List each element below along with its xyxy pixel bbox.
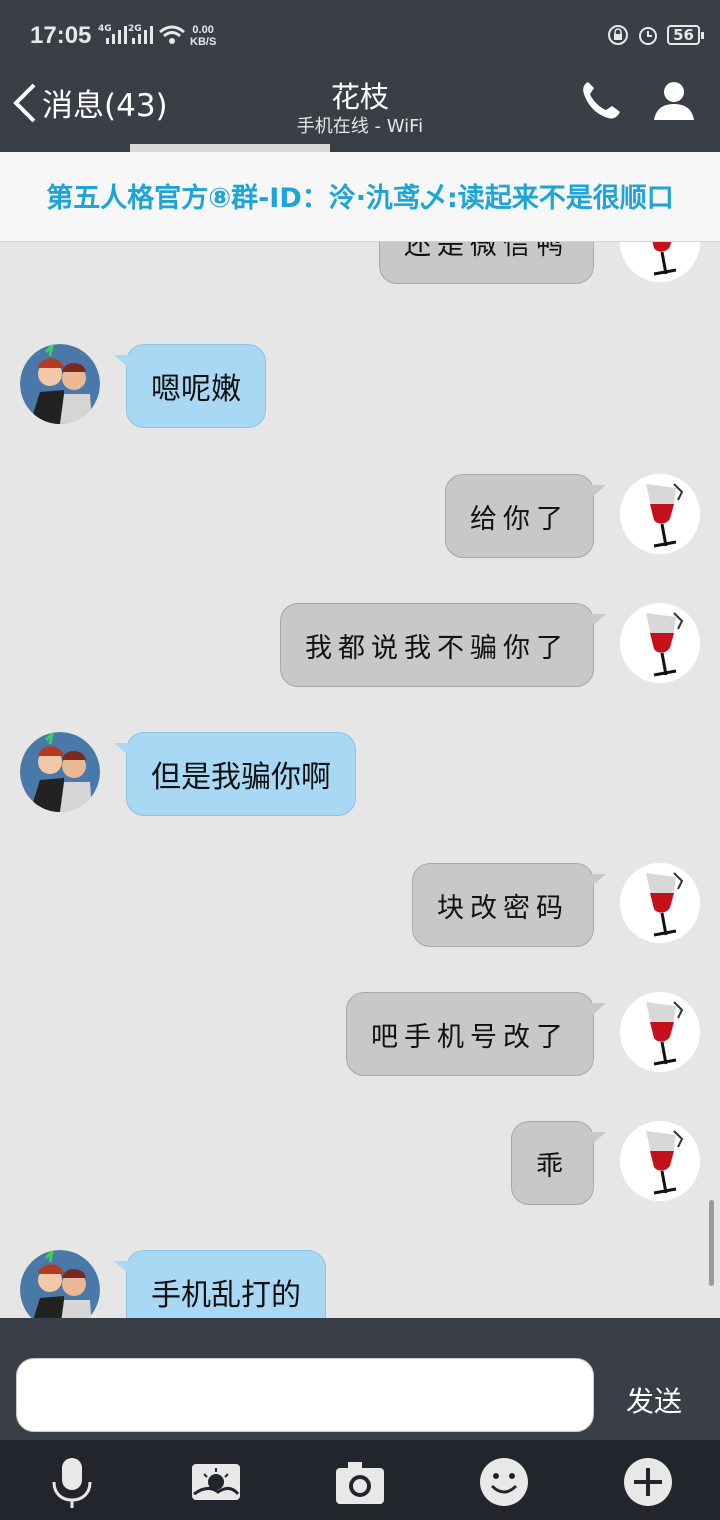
my-avatar[interactable] — [620, 992, 700, 1072]
group-notice-banner[interactable]: 第五人格官方⑧群-ID：泠·氿鸢乄:读起来不是很顺口 — [0, 152, 720, 242]
message-row: 块改密码 — [0, 863, 720, 953]
wine-glass-avatar-icon — [620, 1121, 700, 1201]
message-bubble-incoming[interactable]: 但是我骗你啊 — [114, 732, 356, 816]
contact-avatar[interactable] — [20, 344, 100, 424]
status-right: 56 — [607, 24, 704, 46]
signal-icon-2 — [132, 26, 153, 44]
contact-avatar[interactable] — [20, 1250, 100, 1318]
message-bubble-outgoing[interactable]: 乖 — [511, 1121, 606, 1205]
message-bubble-outgoing[interactable]: 吧手机号改了 — [346, 992, 606, 1076]
alarm-icon — [639, 27, 658, 45]
composer-bar: 发送 — [0, 1318, 720, 1440]
input-toolbar — [0, 1440, 720, 1520]
message-bubble-outgoing[interactable]: 我都说我不骗你了 — [280, 603, 606, 687]
wine-glass-avatar-icon — [620, 242, 700, 282]
message-row: 嗯呢嫩 — [0, 342, 720, 432]
message-row: 给你了 — [0, 474, 720, 564]
message-bubble-incoming[interactable]: 手机乱打的 — [114, 1250, 326, 1318]
wine-glass-avatar-icon — [620, 992, 700, 1072]
image-icon[interactable] — [188, 1454, 244, 1510]
speed-value: 0.00 — [192, 24, 214, 36]
message-bubble-outgoing[interactable]: 块改密码 — [412, 863, 606, 947]
message-row: 但是我骗你啊 — [0, 732, 720, 822]
signal-icon — [106, 26, 127, 44]
message-bubble-outgoing[interactable]: 还是微信鸭 — [379, 242, 594, 284]
anime-character-avatar-icon — [20, 1250, 100, 1318]
camera-icon[interactable] — [332, 1454, 388, 1510]
message-row: 吧手机号改了 — [0, 992, 720, 1082]
anime-character-avatar-icon — [20, 344, 100, 424]
my-avatar[interactable] — [620, 863, 700, 943]
phone-icon[interactable] — [578, 78, 622, 122]
microphone-icon[interactable] — [44, 1454, 100, 1510]
plus-icon[interactable] — [620, 1454, 676, 1510]
wine-glass-avatar-icon — [620, 603, 700, 683]
message-bubble-outgoing[interactable]: 给你了 — [445, 474, 606, 558]
message-bubble-incoming[interactable]: 嗯呢嫩 — [114, 344, 266, 428]
notice-text: 第五人格官方⑧群-ID：泠·氿鸢乄:读起来不是很顺口 — [46, 183, 674, 214]
my-avatar[interactable] — [620, 1121, 700, 1201]
message-row: 手机乱打的 — [0, 1250, 720, 1318]
wine-glass-avatar-icon — [620, 474, 700, 554]
battery-indicator: 56 — [667, 25, 704, 45]
network-speed: 0.00 KB/S — [190, 24, 216, 48]
my-avatar[interactable] — [620, 603, 700, 683]
chat-message-list[interactable]: 还是微信鸭 嗯呢嫩 给你了 我都说我不骗你了 但是我骗你啊 块改密码 吧手机号改… — [0, 242, 720, 1318]
emoji-icon[interactable] — [476, 1454, 532, 1510]
chat-scrollbar[interactable] — [709, 1200, 714, 1286]
message-row: 还是微信鸭 — [0, 242, 720, 300]
contact-avatar[interactable] — [20, 732, 100, 812]
message-row: 乖 — [0, 1121, 720, 1211]
title-bar: 消息(43) 花枝 手机在线 - WiFi — [0, 54, 720, 152]
anime-character-avatar-icon — [20, 732, 100, 812]
wifi-icon — [159, 25, 185, 44]
send-button[interactable]: 发送 — [626, 1380, 682, 1420]
person-icon[interactable] — [652, 78, 696, 122]
message-row: 我都说我不骗你了 — [0, 603, 720, 693]
wine-glass-avatar-icon — [620, 863, 700, 943]
speed-unit: KB/S — [190, 36, 217, 48]
my-avatar[interactable] — [620, 474, 700, 554]
status-time: 17:05 — [30, 22, 92, 49]
my-avatar[interactable] — [620, 242, 700, 282]
lock-rotation-icon — [608, 25, 629, 45]
message-input[interactable] — [16, 1358, 594, 1432]
status-bar: 17:05 4G 2G 0.00 KB/S 56 — [0, 0, 720, 54]
